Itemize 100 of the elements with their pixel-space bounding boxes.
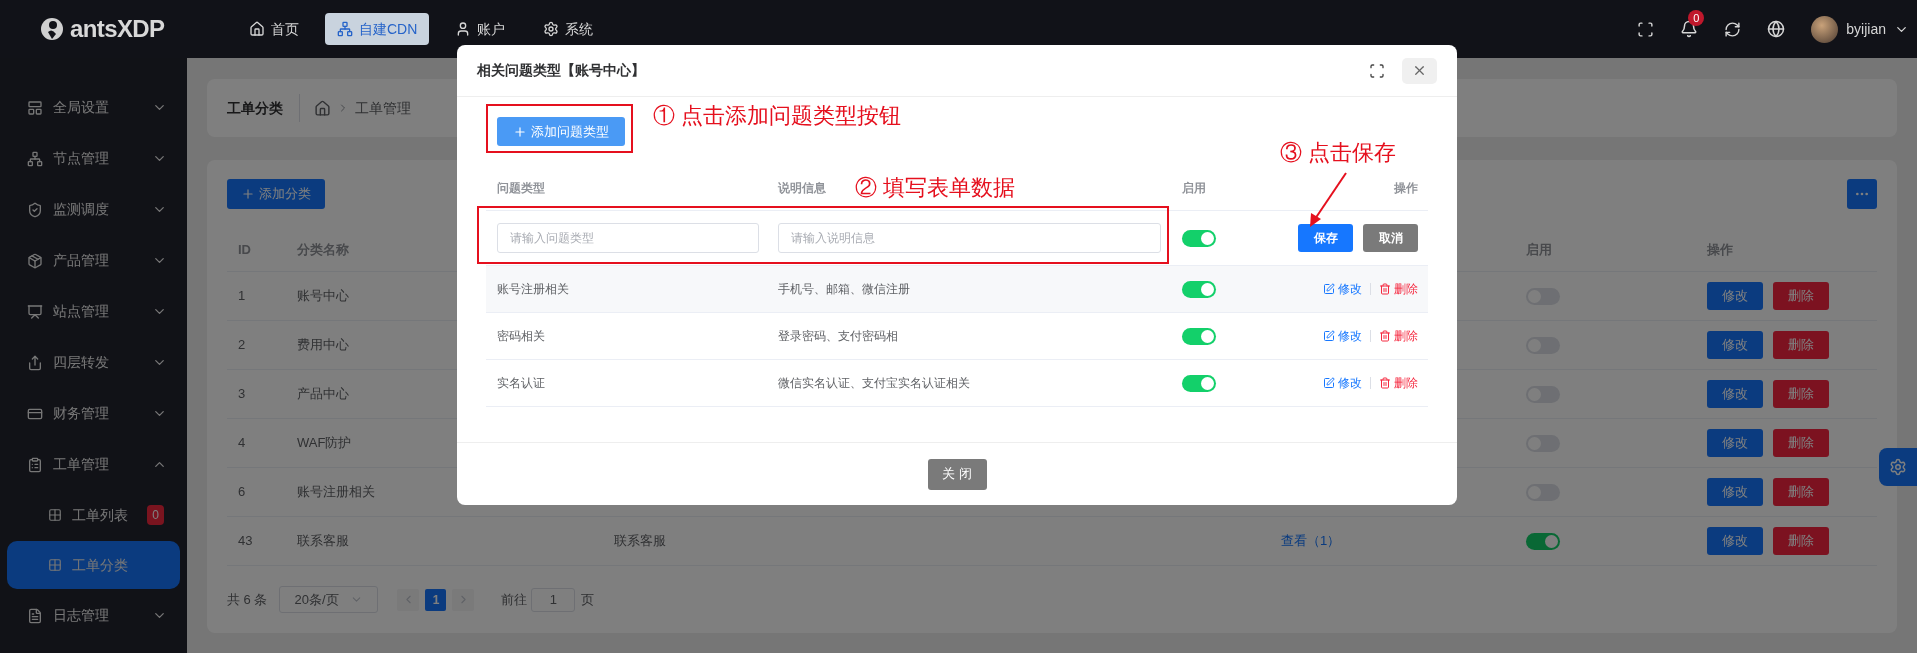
nav-tab[interactable]: 自建CDN [325, 13, 430, 45]
sidebar-item[interactable]: 站点管理 [0, 286, 187, 337]
column-header: 问题类型 [497, 181, 545, 195]
sidebar-item[interactable]: 财务管理 [0, 388, 187, 439]
settings-float-button[interactable] [1879, 448, 1917, 486]
trash-icon [1379, 377, 1391, 389]
nav-tab[interactable]: 系统 [531, 13, 606, 45]
table-cell-text: 6 [238, 483, 246, 502]
annotation-text: ① 点击添加问题类型按钮 [653, 102, 902, 130]
description-input[interactable]: 请输入说明信息 [778, 223, 1161, 253]
sidebar-item[interactable]: 工单管理 [0, 439, 187, 490]
next-page-button[interactable] [452, 588, 475, 611]
delete-button[interactable]: 删除 [1773, 380, 1829, 408]
view-link[interactable]: 查看（1） [1281, 531, 1341, 551]
toggle-switch[interactable] [1182, 280, 1216, 298]
nav-tab[interactable]: 账户 [443, 13, 518, 45]
table-cell-text: 3 [238, 385, 246, 404]
table-cell-text: 账号中心 [297, 287, 349, 306]
plus-icon [241, 187, 255, 201]
goto-suffix: 页 [581, 590, 595, 609]
table-cell: 登录密码、支付密码相 [778, 329, 898, 343]
toggle-switch[interactable] [1182, 229, 1216, 247]
breadcrumb-item[interactable]: 工单管理 [355, 97, 411, 119]
column-header: 说明信息 [778, 181, 826, 195]
table-cell: 账号注册相关 [497, 282, 569, 296]
sidebar-item[interactable]: 全局设置 [0, 82, 187, 133]
edit-button[interactable]: 修改 [1707, 478, 1763, 506]
table-cell: 密码相关 [497, 329, 545, 343]
home-icon [249, 21, 265, 37]
page-title: 工单分类 [227, 94, 300, 122]
edit-link[interactable]: 修改 [1323, 374, 1362, 392]
add-category-button[interactable]: 添加分类 [227, 179, 325, 209]
chart-board-icon [27, 303, 43, 320]
save-button[interactable]: 保存 [1298, 224, 1353, 252]
table-cell-text: 联系客服 [614, 532, 666, 551]
annotation-text: ③ 点击保存 [1280, 139, 1397, 167]
refresh-icon[interactable] [1724, 20, 1742, 38]
delete-link[interactable]: 删除 [1379, 280, 1418, 298]
sidebar-subitem[interactable]: 工单分类 [7, 541, 180, 589]
edit-button[interactable]: 修改 [1707, 429, 1763, 457]
toggle-switch[interactable] [1526, 532, 1560, 550]
delete-button[interactable]: 删除 [1773, 331, 1829, 359]
plus-icon [513, 124, 527, 139]
table-cell-text: 费用中心 [297, 336, 349, 355]
dialog-title: 相关问题类型【账号中心】 [477, 61, 645, 80]
fullscreen-icon[interactable] [1637, 20, 1655, 38]
notification-badge: 0 [1688, 10, 1705, 26]
type-input[interactable]: 请输入问题类型 [497, 223, 759, 253]
table-cell: 手机号、邮箱、微信注册 [778, 282, 910, 296]
table-cell-text: 2 [238, 336, 246, 355]
delete-button[interactable]: 删除 [1773, 527, 1829, 555]
count-badge: 0 [147, 505, 164, 525]
fullscreen-icon[interactable] [1369, 62, 1385, 79]
close-button[interactable] [1402, 57, 1437, 84]
delete-button[interactable]: 删除 [1773, 429, 1829, 457]
bell-icon[interactable] [1680, 20, 1699, 38]
panel-icon [27, 99, 43, 116]
close-dialog-button[interactable]: 关 闭 [927, 458, 987, 490]
page-button[interactable]: 1 [425, 588, 447, 611]
table-cell-text: 产品中心 [297, 385, 349, 404]
globe-icon[interactable] [1767, 20, 1786, 38]
logo-text: antsXDP [70, 14, 165, 44]
toggle-switch[interactable] [1182, 327, 1216, 345]
edit-button[interactable]: 修改 [1707, 527, 1763, 555]
delete-link[interactable]: 删除 [1379, 327, 1418, 345]
page-input[interactable]: 1 [531, 587, 576, 612]
sidebar-subitem[interactable]: 工单列表 0 [7, 491, 180, 539]
sidebar-item[interactable]: 节点管理 [0, 133, 187, 184]
prev-page-button[interactable] [397, 588, 420, 611]
cancel-button[interactable]: 取消 [1363, 224, 1418, 252]
table-cell: 实名认证 [497, 376, 545, 390]
home-icon[interactable] [314, 99, 331, 117]
total-count: 共 6 条 [227, 590, 268, 609]
sidebar-item[interactable]: 日志管理 [0, 590, 187, 641]
edit-link[interactable]: 修改 [1323, 327, 1362, 345]
more-button[interactable] [1847, 179, 1877, 209]
avatar[interactable] [1811, 15, 1839, 43]
edit-button[interactable]: 修改 [1707, 331, 1763, 359]
edit-button[interactable]: 修改 [1707, 380, 1763, 408]
column-header: 启用 [1182, 181, 1206, 195]
sidebar-item[interactable]: 产品管理 [0, 235, 187, 286]
edit-button[interactable]: 修改 [1707, 282, 1763, 310]
sidebar-item[interactable]: 监测调度 [0, 184, 187, 235]
page-size-select[interactable]: 20条/页 [279, 586, 379, 613]
pencil-icon [1323, 283, 1335, 295]
toggle-switch[interactable] [1182, 374, 1216, 392]
sidebar-item[interactable]: 四层转发 [0, 337, 187, 388]
delete-button[interactable]: 删除 [1773, 282, 1829, 310]
grid-icon [48, 508, 62, 522]
column-header: 操作 [1394, 180, 1418, 197]
trash-icon [1379, 283, 1391, 295]
add-type-button[interactable]: 添加问题类型 [497, 117, 625, 146]
pencil-icon [1323, 377, 1335, 389]
edit-link[interactable]: 修改 [1323, 280, 1362, 298]
settings-icon [1889, 458, 1907, 476]
table-cell-text: WAF防护 [297, 434, 352, 453]
user-name[interactable]: byijian [1846, 18, 1886, 40]
delete-link[interactable]: 删除 [1379, 374, 1418, 392]
nav-tab[interactable]: 首页 [237, 13, 311, 45]
delete-button[interactable]: 删除 [1773, 478, 1829, 506]
